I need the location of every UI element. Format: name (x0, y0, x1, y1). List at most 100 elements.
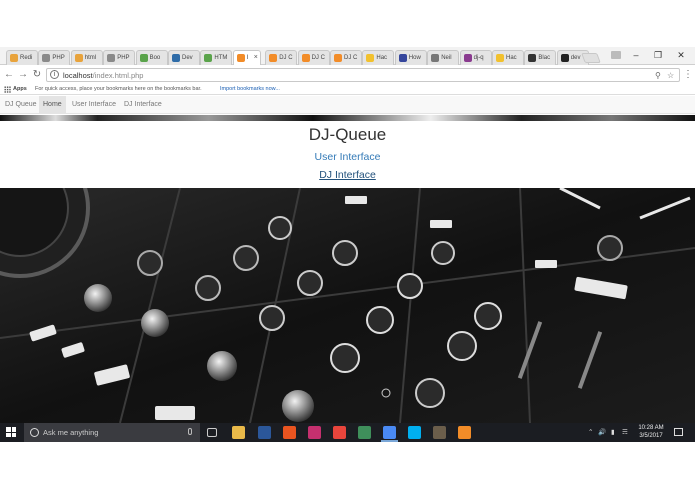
tab-favicon-icon (496, 54, 504, 62)
zoom-icon[interactable]: ⚲ (655, 70, 661, 81)
tab-favicon-icon (431, 54, 440, 62)
browser-tab-strip: Redi PHP html PHP Boo Dev HTM I × DJ C DJ C DJ C Hac… (0, 47, 695, 65)
browser-tab[interactable]: Dev (168, 50, 200, 65)
bookmarks-bar: Apps For quick access, place your bookma… (0, 84, 695, 95)
battery-icon[interactable]: ▮ (611, 423, 615, 442)
bookmarks-hint: For quick access, place your bookmarks h… (35, 86, 202, 92)
tab-favicon-icon (463, 54, 472, 62)
mixer-photo (0, 188, 695, 423)
photo-icon[interactable] (358, 426, 371, 439)
chrome-active-icon[interactable] (381, 426, 398, 442)
tab-favicon-icon (398, 54, 407, 62)
intellij-icon[interactable] (308, 426, 321, 439)
nav-user-interface[interactable]: User Interface (68, 96, 120, 113)
tab-label: dev (570, 55, 581, 61)
browser-tab[interactable]: DJ C (297, 50, 330, 65)
tab-label: Blac (538, 55, 551, 61)
new-tab-button[interactable] (581, 53, 601, 63)
menu-icon[interactable]: ⋮ (682, 69, 694, 81)
browser-tab[interactable]: html (70, 50, 103, 65)
tab-label: dj-q (473, 55, 484, 61)
tab-close-icon[interactable]: × (254, 51, 258, 65)
desktop-screen: Redi PHP html PHP Boo Dev HTM I × DJ C DJ C DJ C Hac… (0, 47, 695, 442)
system-clock[interactable]: 10:28 AM 3/5/2017 (634, 425, 668, 440)
network-icon[interactable]: ☴ (622, 423, 628, 442)
tab-favicon-icon (334, 54, 342, 62)
tab-favicon-icon (107, 54, 116, 62)
maximize-icon[interactable]: ❐ (650, 49, 666, 61)
bookmark-star-icon[interactable]: ☆ (667, 70, 674, 81)
browser-tab[interactable]: Hac (492, 50, 524, 65)
hero-section: DJ-Queue User Interface DJ Interface (0, 121, 695, 191)
clock-date: 3/5/2017 (639, 432, 663, 439)
media-icon[interactable] (433, 426, 446, 439)
tab-favicon-icon (301, 54, 310, 62)
import-bookmarks-link[interactable]: Import bookmarks now... (220, 85, 280, 94)
ubuntu-icon[interactable] (283, 426, 296, 439)
tab-favicon-icon (269, 54, 278, 62)
user-interface-link[interactable]: User Interface (0, 151, 695, 163)
back-icon[interactable]: ← (3, 69, 15, 81)
chrome-icon[interactable] (333, 426, 346, 439)
browser-tab[interactable]: Redi (6, 50, 38, 65)
page-content: DJ Queue Home User Interface DJ Interfac… (0, 96, 695, 423)
browser-tab[interactable]: DJ C (265, 50, 298, 65)
close-icon[interactable]: ✕ (673, 49, 689, 61)
notification-icon[interactable] (674, 428, 683, 436)
profile-icon[interactable] (611, 51, 621, 59)
cortana-icon (30, 428, 39, 437)
browser-tab[interactable]: How (394, 50, 427, 65)
address-bar[interactable]: i localhost/index.html.php ⚲ ☆ (46, 68, 680, 82)
tab-label: html (84, 55, 97, 61)
clock-time: 10:28 AM (638, 425, 664, 431)
browser-tab[interactable]: I × (232, 50, 261, 65)
skype-icon[interactable] (408, 426, 421, 439)
browser-tab[interactable]: Hac (362, 50, 395, 65)
site-navbar: DJ Queue Home User Interface DJ Interfac… (0, 96, 695, 114)
task-view-icon[interactable] (207, 428, 217, 437)
address-host: localhost (63, 71, 93, 80)
browser-tab[interactable]: PHP (38, 50, 71, 65)
browser-tab[interactable]: Neil (427, 50, 460, 65)
minimize-icon[interactable]: – (628, 49, 644, 61)
tab-label: Boo (149, 55, 161, 61)
info-icon[interactable]: i (50, 70, 59, 79)
apps-icon[interactable] (4, 86, 11, 93)
tab-label: Neil (441, 55, 452, 61)
tray-arrow-icon[interactable]: ⌃ (588, 423, 593, 442)
tab-favicon-icon (236, 54, 245, 62)
nav-dj-interface[interactable]: DJ Interface (120, 96, 166, 113)
browser-tab[interactable]: dj-q (459, 50, 492, 65)
tab-label: Redi (20, 55, 33, 61)
address-path: /index.html.php (92, 71, 144, 80)
sublime-icon[interactable] (458, 426, 471, 439)
browser-tab[interactable]: Boo (135, 50, 168, 65)
forward-icon[interactable]: → (17, 69, 29, 81)
reload-icon[interactable]: ↻ (31, 69, 43, 81)
browser-tab[interactable]: HTM (200, 50, 233, 65)
apps-label[interactable]: Apps (13, 85, 27, 94)
tab-favicon-icon (74, 54, 83, 62)
tab-label: DJ C (279, 55, 293, 61)
browser-tab[interactable]: DJ C (330, 50, 362, 65)
tab-favicon-icon (204, 54, 213, 62)
nav-home[interactable]: Home (39, 96, 66, 113)
windows-taskbar: Ask me anything ⌃ 🔊 ▮ ☴ 10:28 AM 3/5/201… (0, 423, 695, 442)
tab-label: PHP (117, 55, 130, 61)
microphone-icon[interactable] (188, 428, 192, 435)
windows-start-icon[interactable] (6, 427, 16, 437)
dj-interface-link[interactable]: DJ Interface (0, 169, 695, 181)
tab-favicon-icon (42, 54, 51, 62)
tab-favicon-icon (560, 54, 569, 62)
browser-tab[interactable]: Blac (524, 50, 557, 65)
word-icon[interactable] (258, 426, 271, 439)
tab-favicon-icon (528, 54, 537, 62)
file-explorer-icon[interactable] (232, 426, 245, 439)
browser-tab[interactable]: PHP (103, 50, 136, 65)
volume-icon[interactable]: 🔊 (598, 423, 606, 442)
dj-mixer-background-image (0, 188, 695, 423)
tab-label: HTM (214, 55, 228, 61)
tab-favicon-icon (10, 54, 18, 62)
site-brand[interactable]: DJ Queue (5, 96, 37, 113)
taskbar-search-box[interactable]: Ask me anything (24, 423, 200, 442)
